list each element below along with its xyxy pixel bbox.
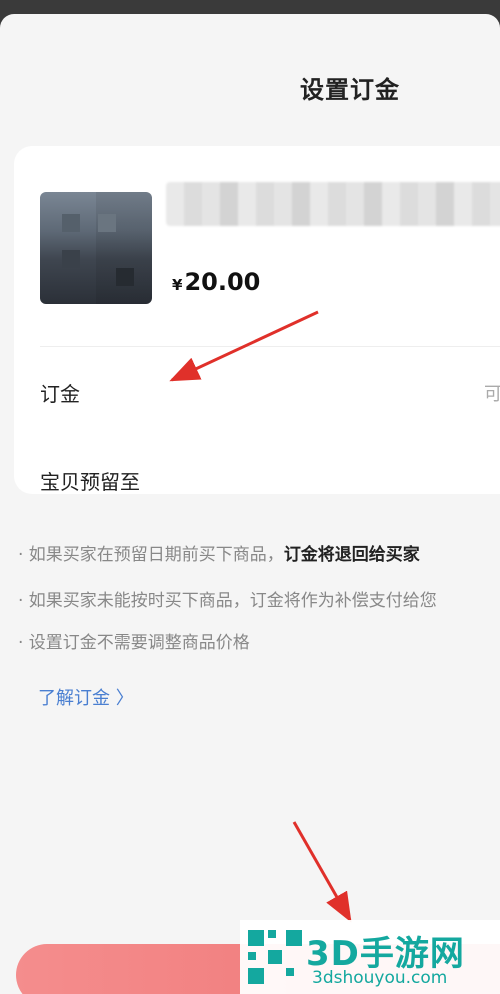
learn-deposit-link[interactable]: 了解订金 〉 (38, 684, 134, 710)
page-title: 设置订金 (300, 76, 400, 104)
price-value: 20.00 (184, 268, 261, 296)
divider (40, 346, 500, 347)
note-item: · 如果买家在预留日期前买下商品，订金将退回给买家 (18, 547, 420, 564)
thumbnail-blur-block (62, 250, 80, 268)
watermark: 3D手游网 3dshouyou.com (240, 920, 500, 994)
price-symbol: ¥ (172, 276, 183, 294)
note-bold-text: 订金将退回给买家 (283, 545, 420, 565)
note-item: · 如果买家未能按时买下商品，订金将作为补偿支付给您 (18, 593, 437, 610)
product-price: ¥20.00 (172, 268, 260, 296)
note-item: · 设置订金不需要调整商品价格 (18, 635, 250, 652)
product-name-blurred (166, 182, 500, 226)
deposit-row-value[interactable]: 可 (484, 380, 500, 406)
deposit-card: ¥20.00 订金 可 宝贝预留至 (14, 146, 500, 494)
note-text: · 如果买家未能按时买下商品，订金将作为补偿支付给您 (18, 591, 437, 611)
thumbnail-blur-block (98, 214, 116, 232)
thumbnail-blur-block (116, 268, 134, 286)
thumbnail-blur-block (62, 214, 80, 232)
product-thumbnail[interactable] (40, 192, 152, 304)
reserve-until-row-label[interactable]: 宝贝预留至 (40, 466, 140, 495)
watermark-logo-icon (248, 930, 302, 984)
note-text: · 如果买家在预留日期前买下商品， (18, 545, 284, 565)
deposit-settings-sheet: 设置订金 ¥20.00 订金 可 宝贝预留至 · 如果买家在预留日期前买下商品，… (0, 14, 500, 994)
deposit-row-label[interactable]: 订金 (40, 378, 80, 407)
note-text: · 设置订金不需要调整商品价格 (18, 633, 250, 653)
watermark-url: 3dshouyou.com (312, 968, 448, 988)
